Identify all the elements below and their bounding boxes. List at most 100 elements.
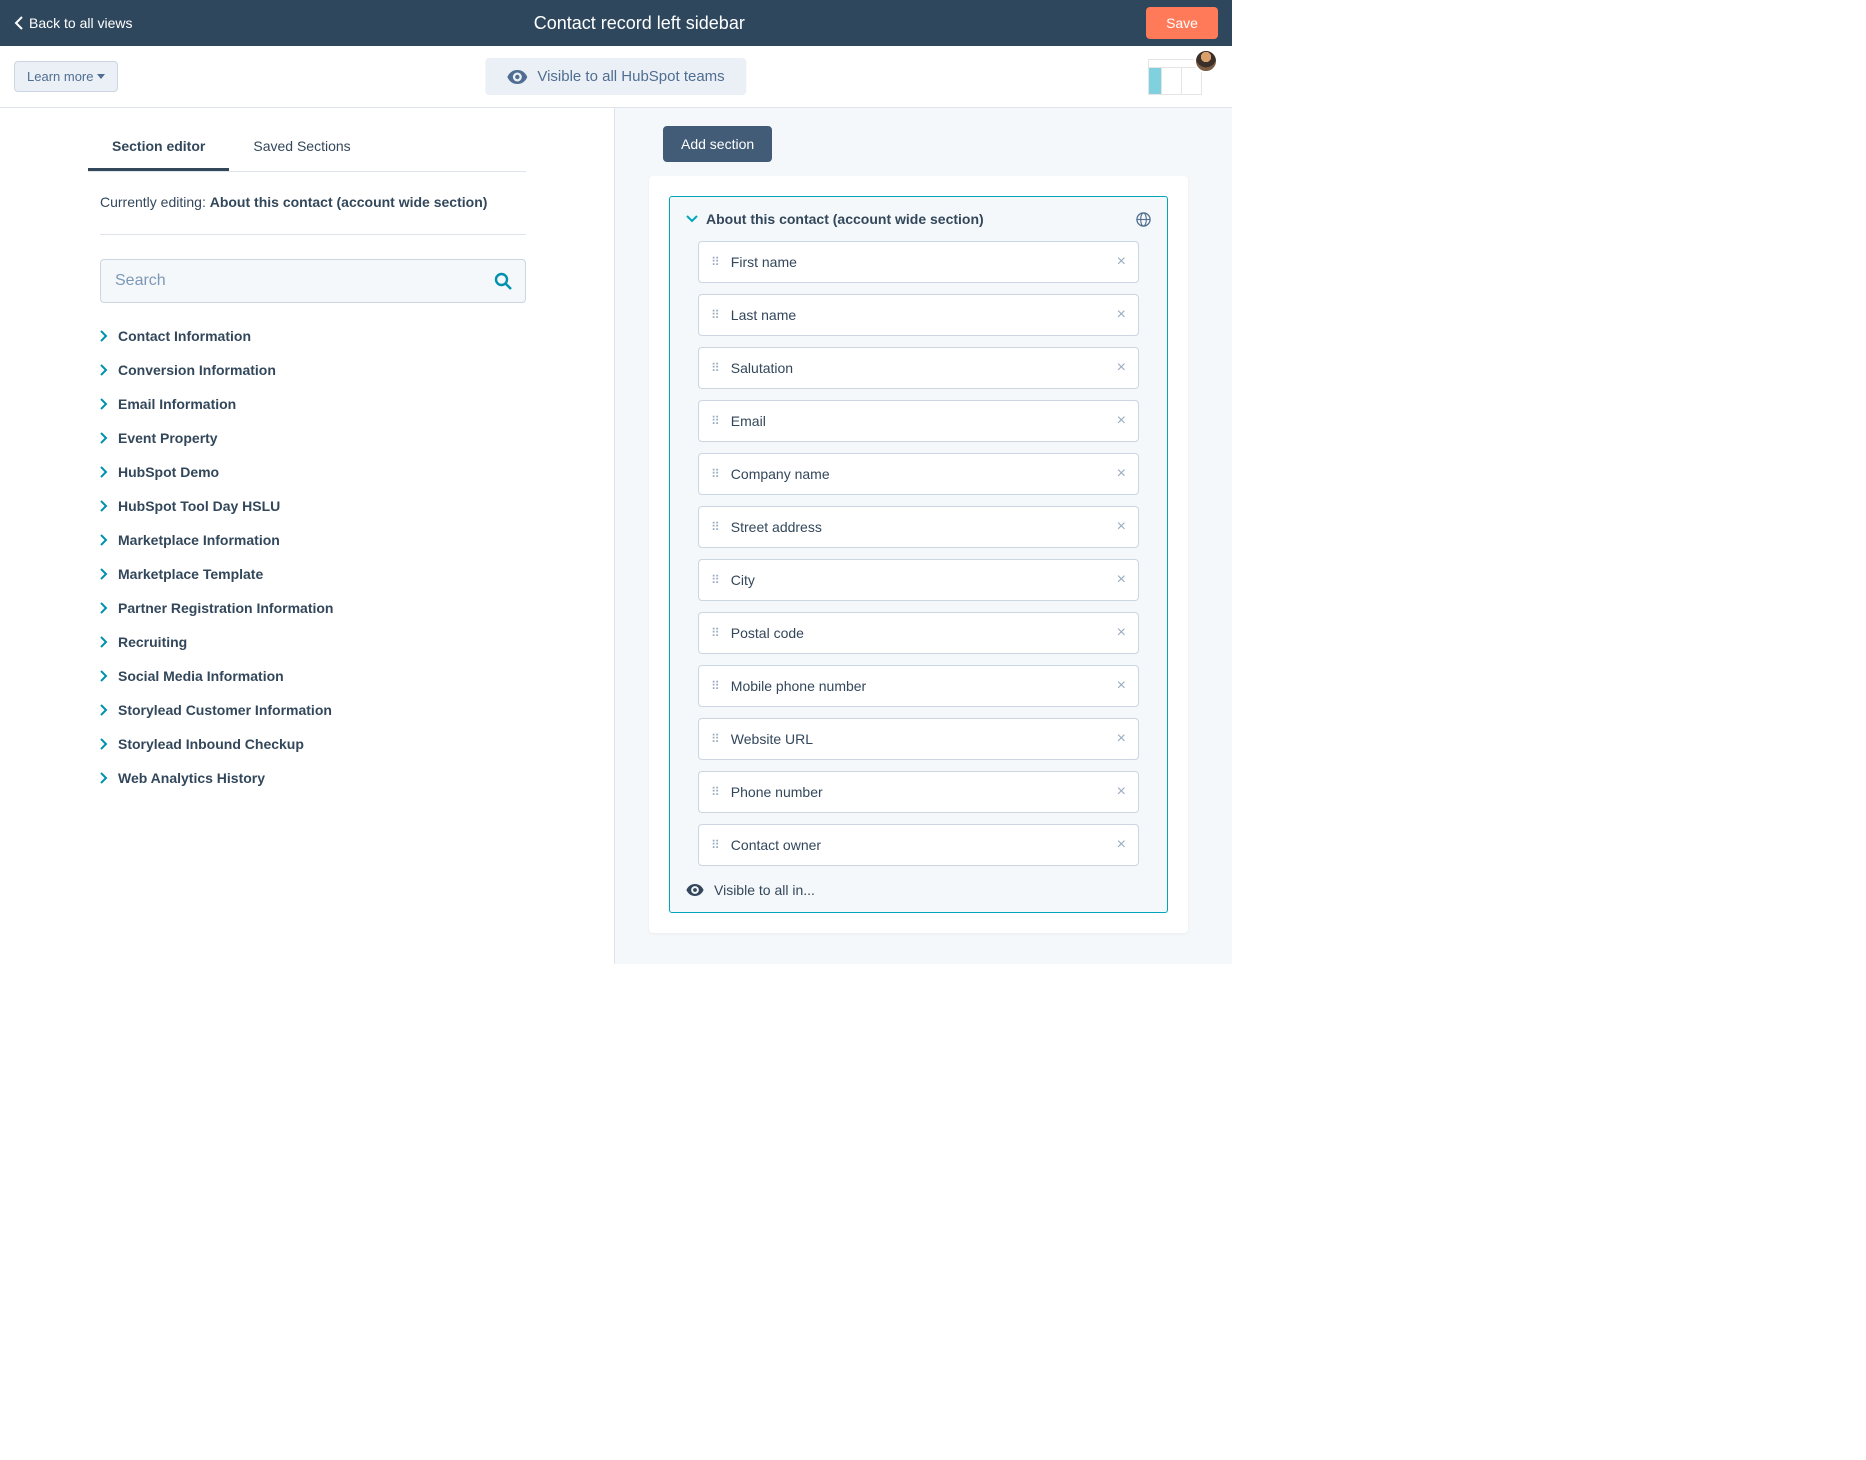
category-item[interactable]: Conversion Information [100, 353, 526, 387]
page-title: Contact record left sidebar [534, 13, 745, 34]
category-label: Event Property [118, 430, 218, 446]
category-item[interactable]: Contact Information [100, 319, 526, 353]
learn-more-button[interactable]: Learn more [14, 61, 118, 92]
chevron-right-icon [100, 364, 108, 376]
category-item[interactable]: Partner Registration Information [100, 591, 526, 625]
category-label: Conversion Information [118, 362, 276, 378]
chevron-right-icon [100, 432, 108, 444]
field-label: Postal code [731, 625, 1117, 641]
category-item[interactable]: Marketplace Template [100, 557, 526, 591]
visibility-indicator: Visible to all HubSpot teams [485, 58, 746, 95]
chevron-right-icon [100, 670, 108, 682]
section-box[interactable]: About this contact (account wide section… [669, 196, 1168, 913]
remove-field-button[interactable]: × [1117, 677, 1126, 695]
category-item[interactable]: Email Information [100, 387, 526, 421]
field-item[interactable]: ⠿ Contact owner× [698, 824, 1139, 866]
field-item[interactable]: ⠿Street address× [698, 506, 1139, 548]
field-item[interactable]: ⠿ First name× [698, 241, 1139, 283]
category-item[interactable]: Recruiting [100, 625, 526, 659]
add-section-button[interactable]: Add section [663, 126, 772, 162]
drag-handle-icon[interactable]: ⠿ [711, 737, 721, 741]
back-link-label: Back to all views [29, 15, 132, 31]
field-item[interactable]: ⠿Email× [698, 400, 1139, 442]
drag-handle-icon[interactable]: ⠿ [711, 472, 721, 476]
chevron-right-icon [100, 330, 108, 342]
tab-section-editor[interactable]: Section editor [88, 128, 229, 171]
tab-saved-sections[interactable]: Saved Sections [229, 128, 374, 171]
chevron-right-icon [100, 636, 108, 648]
drag-handle-icon[interactable]: ⠿ [711, 843, 721, 847]
drag-handle-icon[interactable]: ⠿ [711, 313, 721, 317]
drag-handle-icon[interactable]: ⠿ [711, 419, 721, 423]
field-item[interactable]: ⠿ Website URL× [698, 718, 1139, 760]
drag-handle-icon[interactable]: ⠿ [711, 366, 721, 370]
remove-field-button[interactable]: × [1117, 783, 1126, 801]
field-item[interactable]: ⠿ Postal code× [698, 612, 1139, 654]
category-label: Partner Registration Information [118, 600, 333, 616]
back-to-all-views-link[interactable]: Back to all views [14, 15, 132, 31]
category-item[interactable]: Storylead Inbound Checkup [100, 727, 526, 761]
chevron-right-icon [100, 568, 108, 580]
chevron-right-icon [100, 704, 108, 716]
field-item[interactable]: ⠿Salutation× [698, 347, 1139, 389]
field-label: Company name [731, 466, 1117, 482]
category-label: HubSpot Demo [118, 464, 219, 480]
remove-field-button[interactable]: × [1117, 359, 1126, 377]
remove-field-button[interactable]: × [1117, 306, 1126, 324]
drag-handle-icon[interactable]: ⠿ [711, 525, 721, 529]
category-label: Marketplace Template [118, 566, 263, 582]
drag-handle-icon[interactable]: ⠿ [711, 684, 721, 688]
category-label: Contact Information [118, 328, 251, 344]
currently-editing-name: About this contact (account wide section… [210, 194, 488, 210]
learn-more-label: Learn more [27, 69, 93, 84]
field-item[interactable]: ⠿Last name× [698, 294, 1139, 336]
save-button[interactable]: Save [1146, 7, 1218, 39]
category-item[interactable]: Event Property [100, 421, 526, 455]
avatar [1194, 49, 1218, 73]
field-item[interactable]: ⠿ Company name× [698, 453, 1139, 495]
globe-icon [1136, 212, 1151, 227]
category-label: Storylead Inbound Checkup [118, 736, 304, 752]
field-item[interactable]: ⠿ Phone number× [698, 771, 1139, 813]
field-label: Phone number [731, 784, 1117, 800]
section-footer-text: Visible to all in... [714, 882, 815, 898]
category-item[interactable]: HubSpot Tool Day HSLU [100, 489, 526, 523]
field-label: Website URL [731, 731, 1117, 747]
remove-field-button[interactable]: × [1117, 624, 1126, 642]
category-label: Social Media Information [118, 668, 284, 684]
category-label: HubSpot Tool Day HSLU [118, 498, 280, 514]
chevron-right-icon [100, 534, 108, 546]
drag-handle-icon[interactable]: ⠿ [711, 578, 721, 582]
field-label: Contact owner [731, 837, 1117, 853]
field-label: First name [731, 254, 1117, 270]
category-item[interactable]: Marketplace Information [100, 523, 526, 557]
category-label: Recruiting [118, 634, 187, 650]
chevron-left-icon [14, 16, 23, 30]
remove-field-button[interactable]: × [1117, 465, 1126, 483]
category-item[interactable]: Web Analytics History [100, 761, 526, 795]
eye-icon [686, 884, 704, 896]
chevron-right-icon [100, 602, 108, 614]
drag-handle-icon[interactable]: ⠿ [711, 631, 721, 635]
drag-handle-icon[interactable]: ⠿ [711, 790, 721, 794]
field-label: Mobile phone number [731, 678, 1117, 694]
category-item[interactable]: Storylead Customer Information [100, 693, 526, 727]
remove-field-button[interactable]: × [1117, 730, 1126, 748]
category-item[interactable]: HubSpot Demo [100, 455, 526, 489]
search-input[interactable] [100, 259, 526, 303]
category-label: Web Analytics History [118, 770, 265, 786]
category-label: Marketplace Information [118, 532, 280, 548]
field-item[interactable]: ⠿ Mobile phone number× [698, 665, 1139, 707]
field-item[interactable]: ⠿ City× [698, 559, 1139, 601]
field-label: City [731, 572, 1117, 588]
remove-field-button[interactable]: × [1117, 571, 1126, 589]
drag-handle-icon[interactable]: ⠿ [711, 260, 721, 264]
chevron-down-icon[interactable] [686, 215, 698, 223]
category-item[interactable]: Social Media Information [100, 659, 526, 693]
remove-field-button[interactable]: × [1117, 518, 1126, 536]
remove-field-button[interactable]: × [1117, 836, 1126, 854]
currently-editing-prefix: Currently editing: [100, 194, 210, 210]
remove-field-button[interactable]: × [1117, 412, 1126, 430]
remove-field-button[interactable]: × [1117, 253, 1126, 271]
search-icon [494, 272, 512, 290]
